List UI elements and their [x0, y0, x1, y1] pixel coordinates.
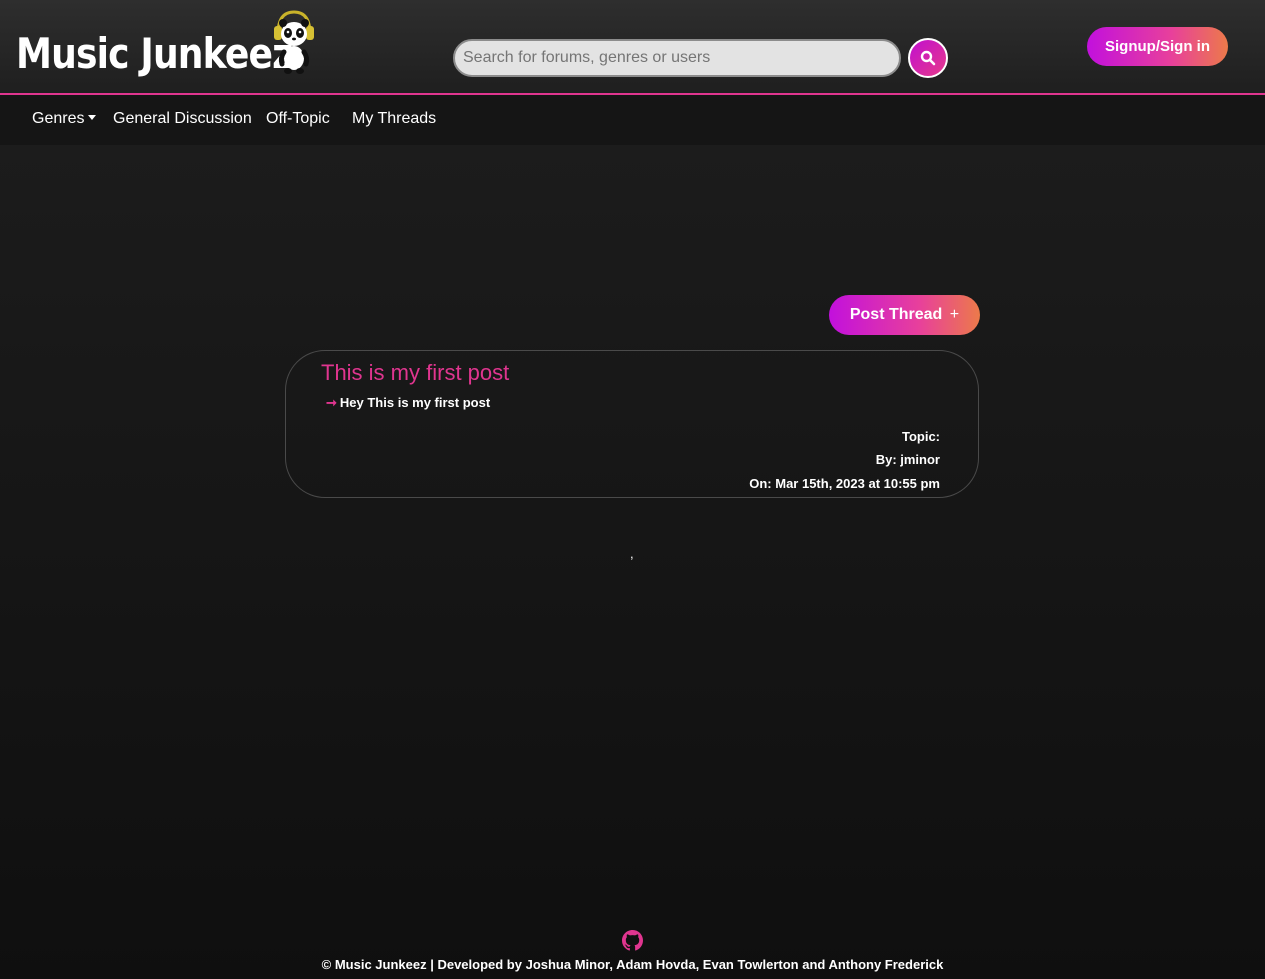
post-thread-button[interactable]: Post Thread +	[829, 295, 980, 335]
thread-title[interactable]: This is my first post	[321, 360, 509, 386]
search-button[interactable]	[908, 38, 948, 78]
arrow-right-icon: ➞	[326, 395, 337, 410]
signup-signin-button[interactable]: Signup/Sign in	[1087, 27, 1228, 66]
search-input[interactable]	[453, 39, 901, 77]
stray-text: ,	[630, 546, 634, 561]
thread-body-text: Hey This is my first post	[339, 395, 491, 410]
search-bar	[453, 39, 901, 77]
plus-icon: +	[949, 306, 960, 323]
post-thread-label: Post Thread	[849, 306, 943, 323]
thread-card: This is my first post ➞ Hey This is my fi…	[285, 350, 979, 498]
thread-author: By: jminor	[875, 452, 940, 467]
thread-topic: Topic:	[901, 429, 940, 444]
nav-item-off-topic[interactable]: Off-Topic	[266, 110, 330, 128]
nav-item-label: Genres	[32, 110, 85, 127]
header: Music Junkeez Signup/Sign in	[0, 0, 1265, 95]
nav-item-general-discussion[interactable]: General Discussion	[113, 110, 252, 128]
github-icon[interactable]	[622, 930, 643, 951]
search-icon	[920, 50, 936, 66]
panda-headphones-icon	[274, 10, 314, 74]
main-nav: Genres General Discussion Off-Topic My T…	[0, 95, 1265, 145]
nav-item-my-threads[interactable]: My Threads	[352, 110, 436, 128]
site-logo[interactable]: Music Junkeez	[16, 28, 293, 80]
thread-date: On: Mar 15th, 2023 at 10:55 pm	[749, 476, 940, 491]
footer-credits: © Music Junkeez | Developed by Joshua Mi…	[321, 957, 944, 972]
thread-body: ➞ Hey This is my first post	[326, 395, 490, 411]
nav-item-genres[interactable]: Genres	[32, 110, 97, 128]
caret-down-icon	[88, 115, 97, 120]
